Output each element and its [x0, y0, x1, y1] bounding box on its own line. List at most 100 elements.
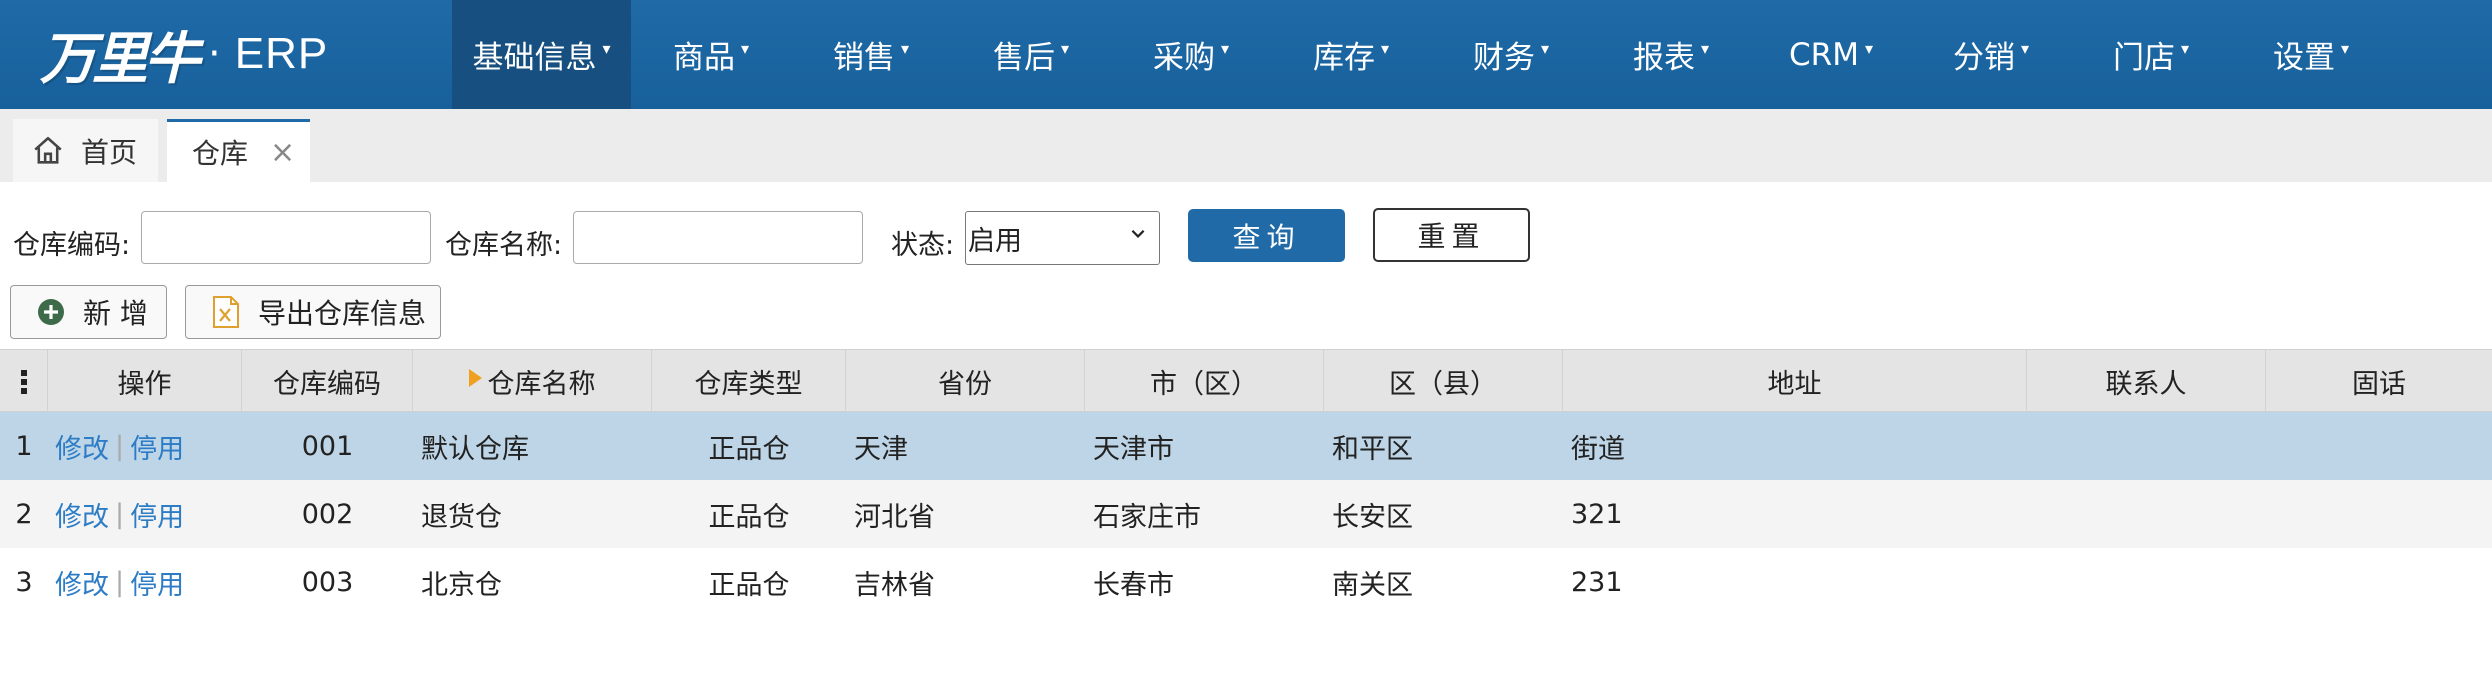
cell-city: 天津市 [1093, 433, 1174, 465]
warehouse-code-input[interactable] [141, 211, 431, 264]
chevron-down-icon [1131, 229, 1145, 238]
tab-home[interactable]: 首页 [13, 119, 158, 182]
nav-settings[interactable]: 设置 ▾ [2231, 0, 2391, 109]
column-menu-button[interactable] [0, 350, 48, 413]
nav-basic-info[interactable]: 基础信息 ▾ [452, 0, 631, 109]
cell-city: 长春市 [1093, 569, 1174, 601]
nav-label: 采购 [1152, 40, 1215, 76]
tab-warehouse-label: 仓库 [192, 137, 249, 170]
status-selected-value: 启用 [968, 225, 1022, 257]
cell-code: 001 [301, 430, 354, 462]
logo-mark: 万里牛 [40, 25, 200, 92]
sort-indicator-icon [468, 368, 482, 387]
cell-contact [2035, 548, 2266, 616]
row-actions: 修改 | 停用 [55, 412, 242, 480]
edit-link[interactable]: 修改 [55, 427, 109, 466]
export-warehouse-button[interactable]: 导出仓库信息 [185, 285, 441, 339]
nav-reports[interactable]: 报表 ▾ [1591, 0, 1751, 109]
header-district[interactable]: 区（县） [1324, 350, 1563, 413]
cell-province: 河北省 [854, 501, 935, 533]
header-warehouse-name[interactable]: 仓库名称 [413, 350, 652, 413]
nav-label: 基础信息 [472, 40, 597, 76]
row-actions: 修改 | 停用 [55, 548, 242, 616]
table-row[interactable]: 1 修改 | 停用 001 默认仓库 正品仓 天津 天津市 和平区 街道 [0, 412, 2492, 480]
caret-down-icon: ▾ [602, 39, 611, 58]
caret-down-icon: ▾ [2020, 39, 2030, 58]
nav-label: 报表 [1632, 40, 1695, 76]
status-label: 状态: [891, 230, 955, 261]
caret-down-icon: ▾ [1380, 39, 1390, 58]
cell-city: 石家庄市 [1093, 501, 1201, 533]
caret-down-icon: ▾ [2340, 39, 2350, 58]
caret-down-icon: ▾ [900, 39, 910, 58]
nav-products[interactable]: 商品 ▾ [631, 0, 791, 109]
table-row[interactable]: 2 修改 | 停用 002 退货仓 正品仓 河北省 石家庄市 长安区 321 [0, 480, 2492, 548]
close-icon[interactable]: × [270, 135, 295, 170]
reset-button[interactable]: 重置 [1373, 208, 1530, 262]
nav-purchasing[interactable]: 采购 ▾ [1111, 0, 1271, 109]
caret-down-icon: ▾ [1700, 39, 1710, 58]
row-number: 2 [15, 498, 33, 530]
nav-label: 设置 [2272, 40, 2335, 76]
nav-label: 分销 [1952, 40, 2015, 76]
cell-address: 321 [1571, 498, 1623, 530]
nav-finance[interactable]: 财务 ▾ [1431, 0, 1591, 109]
nav-inventory[interactable]: 库存 ▾ [1271, 0, 1431, 109]
cell-type: 正品仓 [708, 433, 790, 465]
header-address[interactable]: 地址 [1563, 350, 2027, 413]
cell-district: 南关区 [1332, 569, 1413, 601]
cell-address: 街道 [1571, 433, 1625, 465]
excel-file-icon [213, 296, 239, 328]
cell-name: 默认仓库 [421, 433, 529, 465]
cell-contact [2035, 412, 2266, 480]
header-warehouse-code[interactable]: 仓库编码 [242, 350, 413, 413]
header-phone[interactable]: 固话 [2266, 350, 2492, 413]
edit-link[interactable]: 修改 [55, 495, 109, 534]
nav-distribution[interactable]: 分销 ▾ [1911, 0, 2071, 109]
nav-label: CRM [1789, 36, 1859, 73]
nav-crm[interactable]: CRM ▾ [1751, 0, 1911, 109]
add-button[interactable]: 新 增 [10, 285, 167, 339]
warehouse-name-input[interactable] [573, 211, 863, 264]
nav-label: 售后 [992, 40, 1055, 76]
page-tabs: 首页 仓库 × [0, 109, 2492, 182]
cell-type: 正品仓 [708, 569, 790, 601]
caret-down-icon: ▾ [1060, 39, 1070, 58]
add-button-label: 新 增 [83, 297, 148, 330]
header-province[interactable]: 省份 [846, 350, 1085, 413]
header-city[interactable]: 市（区） [1085, 350, 1324, 413]
nav-label: 商品 [672, 40, 735, 76]
caret-down-icon: ▾ [1220, 39, 1230, 58]
cell-phone [2274, 480, 2492, 548]
cell-type: 正品仓 [708, 501, 790, 533]
cell-district: 长安区 [1332, 501, 1413, 533]
disable-link[interactable]: 停用 [130, 427, 184, 466]
cell-name: 退货仓 [421, 501, 502, 533]
warehouse-code-label: 仓库编码: [13, 230, 131, 261]
table-row[interactable]: 3 修改 | 停用 003 北京仓 正品仓 吉林省 长春市 南关区 231 [0, 548, 2492, 616]
edit-link[interactable]: 修改 [55, 563, 109, 602]
action-divider: | [115, 566, 125, 598]
tab-warehouse[interactable]: 仓库 × [167, 119, 310, 182]
cell-district: 和平区 [1332, 433, 1413, 465]
header-actions: 操作 [48, 350, 242, 413]
header-contact[interactable]: 联系人 [2027, 350, 2266, 413]
nav-label: 销售 [832, 40, 895, 76]
header-warehouse-type[interactable]: 仓库类型 [652, 350, 846, 413]
nav-after-sales[interactable]: 售后 ▾ [951, 0, 1111, 109]
table-header: 操作 仓库编码 仓库名称 仓库类型 省份 市（区） 区（县） 地址 联系人 固话 [0, 349, 2492, 413]
plus-circle-icon [38, 299, 64, 325]
disable-link[interactable]: 停用 [130, 495, 184, 534]
cell-province: 天津 [854, 433, 908, 465]
nav-sales[interactable]: 销售 ▾ [791, 0, 951, 109]
cell-address: 231 [1571, 566, 1623, 598]
query-button[interactable]: 查询 [1188, 209, 1345, 262]
row-actions: 修改 | 停用 [55, 480, 242, 548]
disable-link[interactable]: 停用 [130, 563, 184, 602]
brand-logo[interactable]: 万里牛 · ERP [40, 14, 360, 94]
status-select[interactable]: 启用 [965, 211, 1160, 265]
row-number: 1 [15, 430, 33, 462]
nav-stores[interactable]: 门店 ▾ [2071, 0, 2231, 109]
cell-code: 003 [301, 566, 354, 598]
nav-label: 门店 [2112, 40, 2175, 76]
